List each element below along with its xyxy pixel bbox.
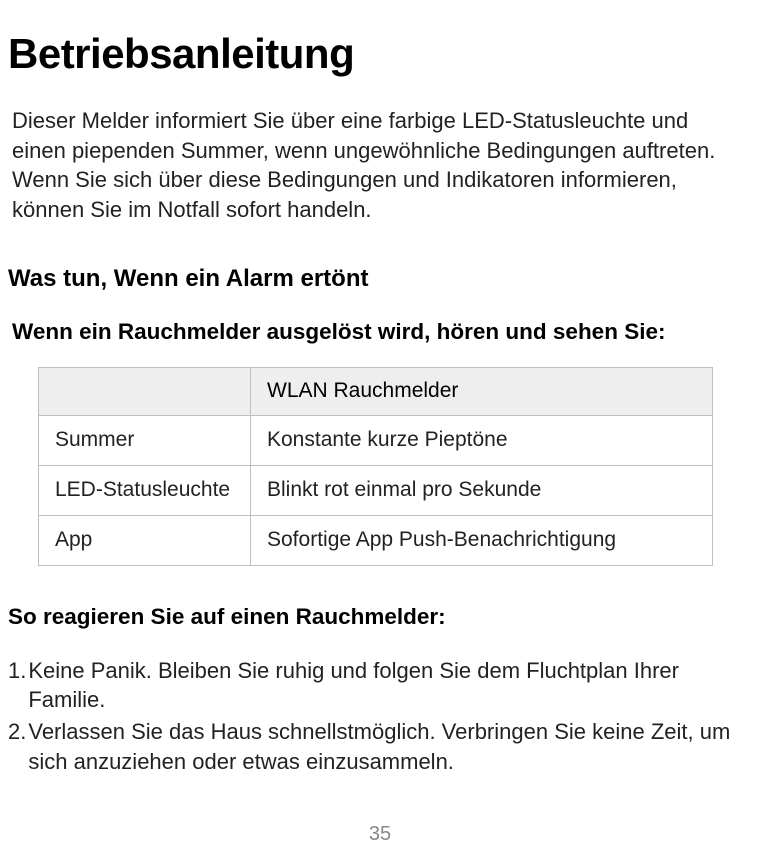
list-item: 2. Verlassen Sie das Haus schnellstmögli… — [8, 717, 750, 776]
table-cell-label: App — [39, 515, 251, 565]
list-text: Verlassen Sie das Haus schnellstmöglich.… — [28, 717, 750, 776]
list-item: 1. Keine Panik. Bleiben Sie ruhig und fo… — [8, 656, 750, 715]
list-number: 1. — [8, 656, 28, 715]
table-row: LED-Statusleuchte Blinkt rot einmal pro … — [39, 465, 713, 515]
reaction-steps: 1. Keine Panik. Bleiben Sie ruhig und fo… — [8, 656, 750, 777]
page-title: Betriebsanleitung — [8, 30, 750, 78]
heading-alarm-action: Was tun, Wenn ein Alarm ertönt — [8, 265, 750, 293]
list-text: Keine Panik. Bleiben Sie ruhig und folge… — [28, 656, 750, 715]
table-cell-value: Konstante kurze Pieptöne — [251, 415, 713, 465]
table-cell-label: LED-Statusleuchte — [39, 465, 251, 515]
intro-paragraph: Dieser Melder informiert Sie über eine f… — [8, 106, 750, 225]
table-cell-value: Sofortige App Push-Benachrichtigung — [251, 515, 713, 565]
table-row: Summer Konstante kurze Pieptöne — [39, 415, 713, 465]
table-header-empty — [39, 367, 251, 415]
table-cell-label: Summer — [39, 415, 251, 465]
heading-react: So reagieren Sie auf einen Rauchmelder: — [8, 604, 750, 630]
list-number: 2. — [8, 717, 28, 776]
table-cell-value: Blinkt rot einmal pro Sekunde — [251, 465, 713, 515]
heading-trigger: Wenn ein Rauchmelder ausgelöst wird, hör… — [8, 319, 750, 345]
page-number: 35 — [0, 823, 760, 846]
indicator-table: WLAN Rauchmelder Summer Konstante kurze … — [38, 367, 713, 566]
table-row: App Sofortige App Push-Benachrichtigung — [39, 515, 713, 565]
table-header-device: WLAN Rauchmelder — [251, 367, 713, 415]
